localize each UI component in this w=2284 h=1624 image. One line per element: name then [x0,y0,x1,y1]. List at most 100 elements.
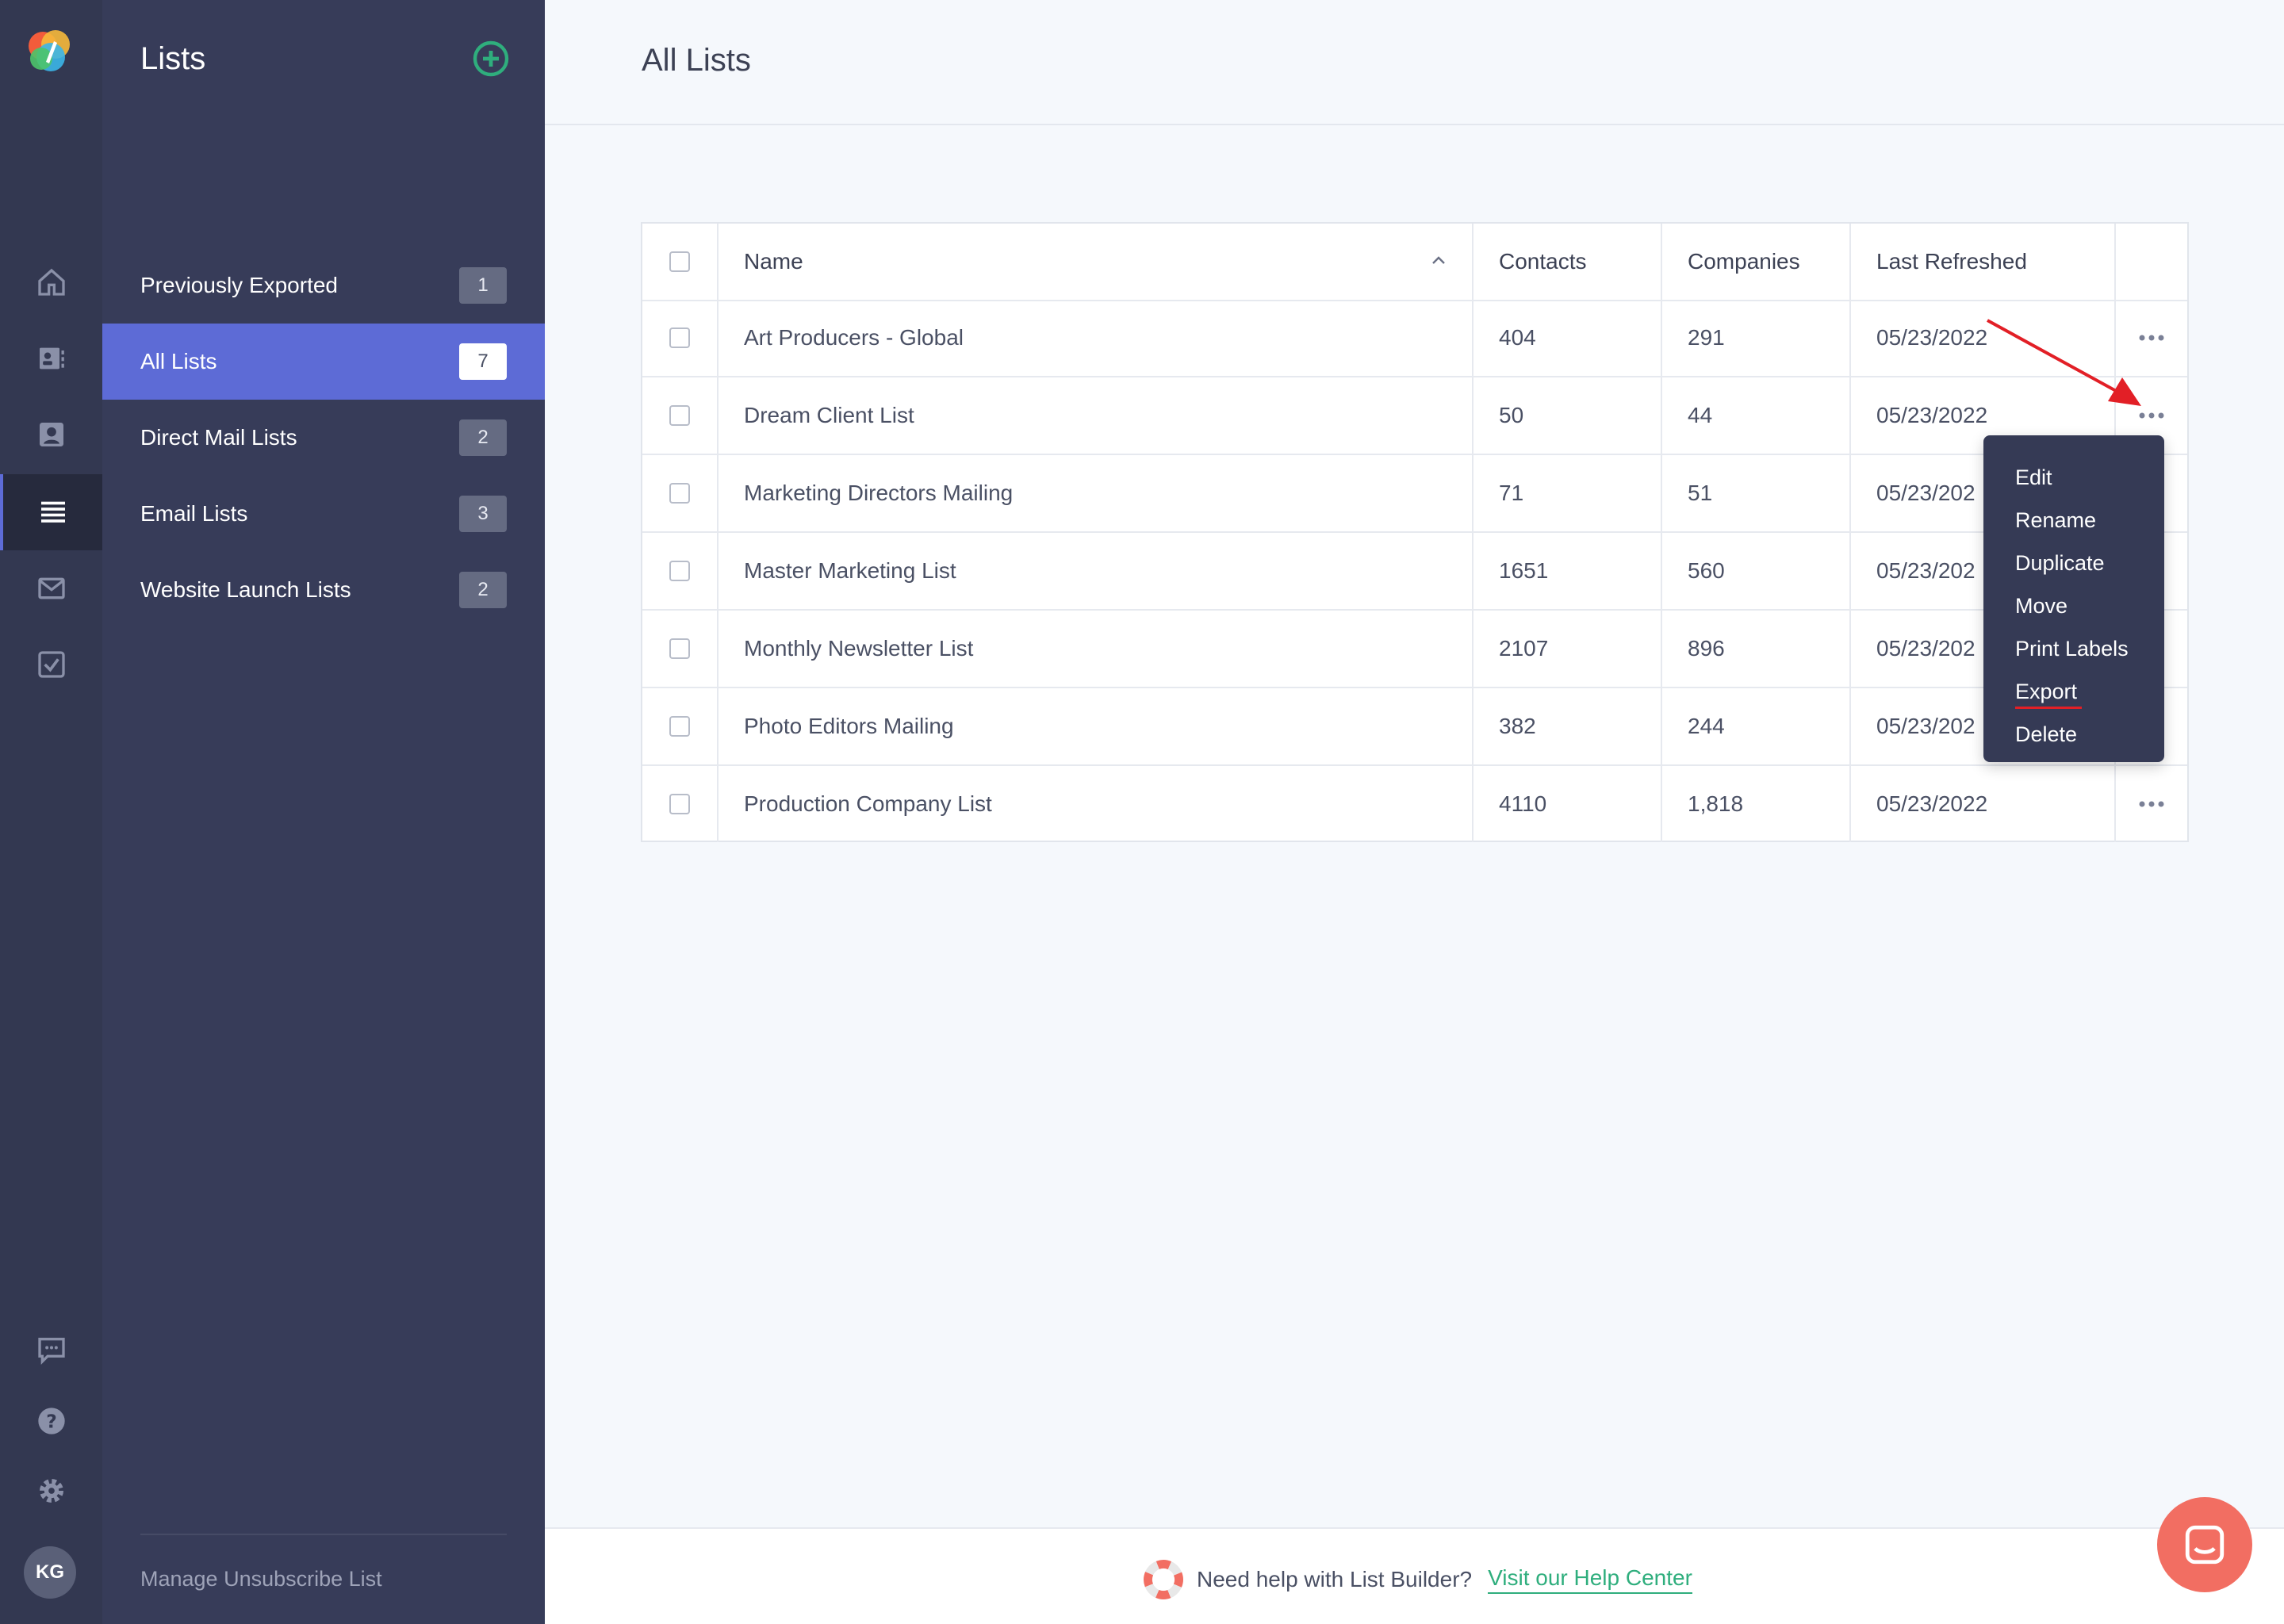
table-row[interactable]: Dream Client List 50 44 05/23/2022 [642,377,2187,455]
row-checkbox[interactable] [669,561,690,581]
contacts-icon [39,347,64,370]
count-badge: 2 [459,419,507,456]
column-header-companies[interactable]: Companies [1662,224,1851,300]
list-name[interactable]: Master Marketing List [719,533,1473,609]
select-all-checkbox[interactable] [669,251,690,272]
contacts-count: 2107 [1473,611,1662,687]
table-row[interactable]: Monthly Newsletter List 2107 896 05/23/2… [642,611,2187,688]
companies-count: 244 [1662,688,1851,764]
column-label: Contacts [1499,249,1587,274]
menu-item-rename[interactable]: Rename [1983,499,2164,542]
row-select-cell [642,533,719,609]
chat-button[interactable] [2157,1497,2252,1592]
manage-unsubscribe-link[interactable]: Manage Unsubscribe List [140,1567,382,1591]
user-avatar[interactable]: KG [24,1546,76,1599]
main-header: All Lists [545,0,2284,125]
list-name[interactable]: Monthly Newsletter List [719,611,1473,687]
companies-count: 51 [1662,455,1851,531]
nav-profile[interactable] [0,396,102,473]
nav-home[interactable] [0,244,102,320]
annotation-underline [2015,707,2082,709]
list-name[interactable]: Photo Editors Mailing [719,688,1473,764]
icon-rail: ? KG [0,0,102,1624]
contacts-count: 50 [1473,377,1662,454]
lists-panel: Lists Previously Exported 1 All Lists 7 … [102,0,545,1624]
sidebar-item-previously-exported[interactable]: Previously Exported 1 [102,247,545,324]
table-row[interactable]: Photo Editors Mailing 382 244 05/23/202 [642,688,2187,766]
nav-tasks[interactable] [0,626,102,703]
row-select-cell [642,300,719,376]
menu-item-export[interactable]: Export [1983,670,2164,713]
row-checkbox[interactable] [669,716,690,737]
menu-item-move[interactable]: Move [1983,584,2164,627]
page-title: All Lists [642,43,751,78]
table-row[interactable]: Master Marketing List 1651 560 05/23/202 [642,533,2187,611]
nav-contacts[interactable] [0,320,102,396]
sidebar-item-label: Previously Exported [140,273,339,297]
help-footer: Need help with List Builder? Visit our H… [545,1527,2284,1624]
settings-icon [39,1479,63,1503]
sidebar-item-email-lists[interactable]: Email Lists 3 [102,476,545,552]
row-checkbox[interactable] [669,638,690,659]
more-options-icon[interactable] [2136,411,2167,420]
list-name[interactable]: Marketing Directors Mailing [719,455,1473,531]
count-badge: 3 [459,496,507,532]
feedback-icon [37,1338,65,1365]
row-checkbox[interactable] [669,405,690,426]
companies-count: 291 [1662,300,1851,376]
menu-item-duplicate[interactable]: Duplicate [1983,542,2164,584]
annotation-arrow-icon [1987,319,2141,406]
row-actions-cell [2116,766,2187,842]
sidebar-item-label: Email Lists [140,501,248,526]
companies-count: 44 [1662,377,1851,454]
menu-item-label: Export [2015,679,2078,703]
select-all-cell [642,224,719,300]
nav-settings[interactable] [0,1453,102,1529]
table-row[interactable]: Production Company List 4110 1,818 05/23… [642,766,2187,844]
nav-mail[interactable] [0,550,102,626]
row-select-cell [642,688,719,764]
companies-count: 896 [1662,611,1851,687]
count-badge: 2 [459,572,507,608]
row-checkbox[interactable] [669,327,690,348]
chevron-up-icon[interactable] [1429,251,1448,270]
contacts-count: 382 [1473,688,1662,764]
list-name[interactable]: Art Producers - Global [719,300,1473,376]
panel-divider [140,1534,507,1535]
help-question: Need help with List Builder? [1197,1567,1473,1591]
row-select-cell [642,455,719,531]
more-options-icon[interactable] [2136,799,2167,809]
help-icon: ? [37,1408,65,1434]
row-select-cell [642,766,719,842]
home-icon [37,268,65,296]
sidebar-item-all-lists[interactable]: All Lists 7 [102,324,545,400]
row-checkbox[interactable] [669,794,690,814]
add-list-icon[interactable] [472,40,510,78]
menu-item-delete[interactable]: Delete [1983,713,2164,756]
contacts-count: 4110 [1473,766,1662,842]
column-header-name[interactable]: Name [719,224,1473,300]
list-name[interactable]: Dream Client List [719,377,1473,454]
contacts-count: 1651 [1473,533,1662,609]
menu-item-edit[interactable]: Edit [1983,456,2164,499]
list-name[interactable]: Production Company List [719,766,1473,842]
tasks-icon [37,651,65,678]
column-header-contacts[interactable]: Contacts [1473,224,1662,300]
count-badge: 7 [459,343,507,380]
column-label: Name [744,249,803,274]
svg-text:?: ? [46,1410,57,1432]
app-logo-icon[interactable] [22,24,78,79]
chat-icon [2185,1525,2225,1565]
nav-lists[interactable] [0,474,102,550]
nav-help[interactable]: ? [0,1383,102,1459]
menu-item-print-labels[interactable]: Print Labels [1983,627,2164,670]
table-row[interactable]: Art Producers - Global 404 291 05/23/202… [642,300,2187,377]
sidebar-item-direct-mail-lists[interactable]: Direct Mail Lists 2 [102,400,545,476]
sidebar-item-label: Website Launch Lists [140,577,351,602]
row-checkbox[interactable] [669,483,690,504]
help-center-link[interactable]: Visit our Help Center [1488,1565,1692,1594]
table-row[interactable]: Marketing Directors Mailing 71 51 05/23/… [642,455,2187,533]
column-header-last-refreshed[interactable]: Last Refreshed [1851,224,2116,300]
sidebar-item-website-launch-lists[interactable]: Website Launch Lists 2 [102,552,545,628]
nav-feedback[interactable] [0,1312,102,1388]
